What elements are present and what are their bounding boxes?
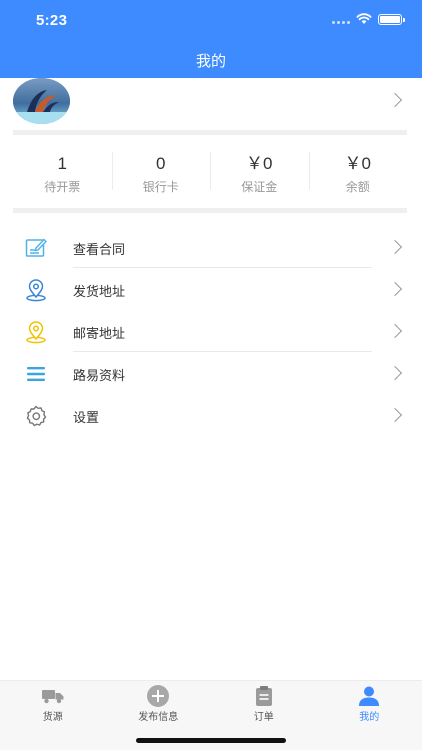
stat-label: 余额 xyxy=(345,180,370,194)
menu-label: 路易资料 xyxy=(73,368,126,383)
divider xyxy=(13,130,407,135)
tab-cargo[interactable]: 货源 xyxy=(0,681,106,750)
tab-label: 我的 xyxy=(359,712,380,723)
stat-label: 保证金 xyxy=(241,180,278,194)
truck-icon xyxy=(41,685,65,707)
menu-label: 设置 xyxy=(73,410,100,425)
menu-label: 发货地址 xyxy=(73,284,126,299)
chevron-right-icon xyxy=(387,281,403,297)
menu-item-settings[interactable]: 设置 xyxy=(0,394,422,436)
app-header: 5:23 我的 xyxy=(0,0,422,78)
signal-icon xyxy=(332,14,350,24)
location-pin-icon xyxy=(23,278,49,302)
stat-balance[interactable]: ￥0 余额 xyxy=(308,148,408,196)
contract-icon xyxy=(23,236,49,260)
user-icon xyxy=(357,685,381,707)
stat-value: 1 xyxy=(57,154,67,173)
status-bar: 5:23 xyxy=(0,0,422,40)
clipboard-icon xyxy=(252,685,276,707)
menu-list: 查看合同 发货地址 邮寄地址 路易资料 设置 xyxy=(0,226,422,436)
menu-item-contract[interactable]: 查看合同 xyxy=(0,226,422,268)
stat-bank-card[interactable]: 0 银行卡 xyxy=(111,148,211,196)
stat-value: 0 xyxy=(156,154,166,173)
chevron-right-icon xyxy=(387,92,403,108)
status-time: 5:23 xyxy=(36,12,68,29)
location-pin-icon xyxy=(23,320,49,344)
stat-label: 待开票 xyxy=(44,180,81,194)
gear-icon xyxy=(23,404,49,428)
chevron-right-icon xyxy=(387,323,403,339)
status-icons xyxy=(332,13,405,25)
tab-label: 发布信息 xyxy=(138,712,179,723)
stat-invoice[interactable]: 1 待开票 xyxy=(13,148,112,196)
chevron-right-icon xyxy=(387,365,403,381)
menu-item-profile-info[interactable]: 路易资料 xyxy=(0,352,422,394)
stats-row: 1 待开票 0 银行卡 ￥0 保证金 ￥0 余额 xyxy=(13,148,407,196)
tab-label: 订单 xyxy=(253,712,274,723)
wifi-icon xyxy=(356,13,372,24)
stat-value: ￥0 xyxy=(344,154,371,173)
chevron-right-icon xyxy=(387,407,403,423)
menu-label: 邮寄地址 xyxy=(73,326,126,341)
menu-item-shipping-address[interactable]: 发货地址 xyxy=(0,268,422,310)
stat-value: ￥0 xyxy=(246,154,273,173)
avatar[interactable] xyxy=(13,78,70,124)
menu-item-mailing-address[interactable]: 邮寄地址 xyxy=(0,310,422,352)
stat-deposit[interactable]: ￥0 保证金 xyxy=(210,148,309,196)
divider xyxy=(13,208,407,213)
tab-mine[interactable]: 我的 xyxy=(317,681,422,750)
chevron-right-icon xyxy=(387,239,403,255)
profile-row[interactable] xyxy=(0,78,422,128)
plus-circle-icon xyxy=(146,685,170,707)
menu-label: 查看合同 xyxy=(73,242,126,257)
stat-label: 银行卡 xyxy=(142,180,179,194)
page-title: 我的 xyxy=(195,53,226,70)
home-indicator xyxy=(136,738,286,743)
battery-icon xyxy=(378,13,405,25)
tab-label: 货源 xyxy=(42,712,63,723)
list-icon xyxy=(23,362,49,386)
